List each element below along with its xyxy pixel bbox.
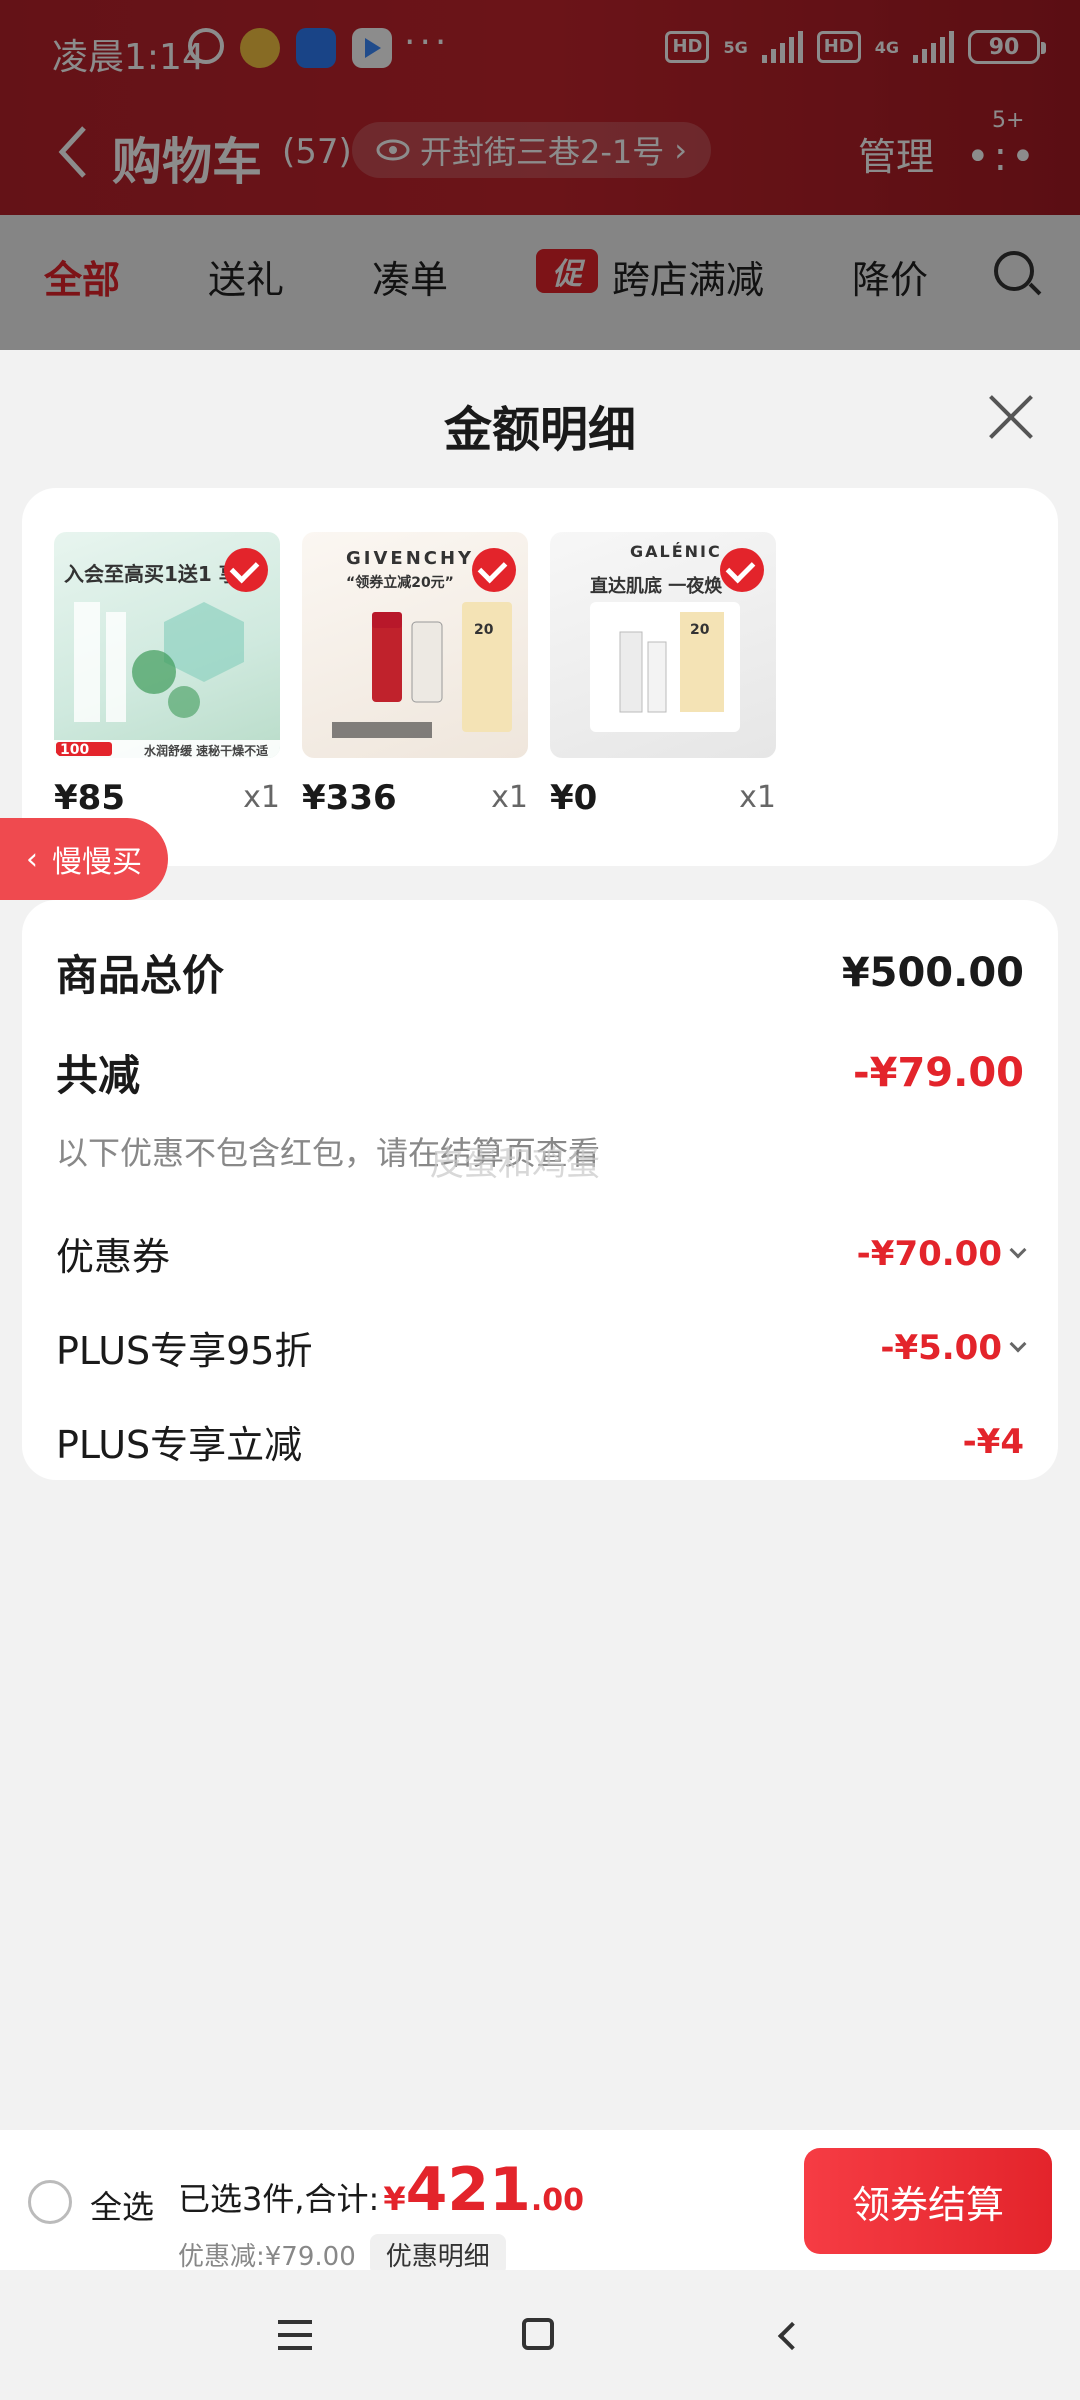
plus95-value: -¥5.00 xyxy=(880,1327,1002,1368)
chevron-down-icon[interactable] xyxy=(1009,1335,1027,1352)
product-badge: 20 xyxy=(474,622,494,638)
product-item[interactable]: GALÉNIC 直达肌底 一夜焕 20 ¥0 x1 xyxy=(550,532,776,818)
selected-products-card: 入会至高买1送1 享 100 水润舒缓 速秘干燥不适 ¥85 x1 GIVENC… xyxy=(22,488,1058,866)
product-quantity: x1 xyxy=(491,780,528,815)
modal-overlay[interactable] xyxy=(0,0,1080,350)
plus95-value-wrap: -¥5.00 xyxy=(880,1327,1027,1368)
chevron-left-icon: ‹ xyxy=(26,841,38,877)
slow-buy-label: 慢慢买 xyxy=(52,845,142,880)
checkbox-checked-icon[interactable] xyxy=(720,548,764,592)
back-icon[interactable] xyxy=(777,2321,807,2351)
product-item[interactable]: GIVENCHY “领券立减20元” 20 ¥336 x1 xyxy=(302,532,528,818)
select-all-label[interactable]: 全选 xyxy=(90,2182,154,2228)
product-quantity: x1 xyxy=(739,780,776,815)
select-all-radio[interactable] xyxy=(28,2180,72,2224)
product-badge: 100 xyxy=(60,742,90,758)
coupon-value-wrap: -¥70.00 xyxy=(856,1233,1027,1274)
close-icon[interactable] xyxy=(986,392,1036,442)
product-image: GIVENCHY “领券立减20元” 20 xyxy=(302,532,528,758)
product-item[interactable]: 入会至高买1送1 享 100 水润舒缓 速秘干燥不适 ¥85 x1 xyxy=(54,532,280,818)
watermark-text: 皮蛋和鸡蛋 xyxy=(430,1144,600,1184)
amount-breakdown-card: 商品总价 ¥500.00 共减 -¥79.00 以下优惠不包含红包，请在结算页查… xyxy=(22,900,1058,1480)
selected-count-text: 已选3件,合计: xyxy=(178,2180,380,2218)
product-price: ¥85 xyxy=(54,778,125,818)
plus-cut-row: PLUS专享立减 -¥4 xyxy=(56,1414,1024,1469)
coupon-value: -¥70.00 xyxy=(856,1233,1002,1274)
product-price: ¥336 xyxy=(302,778,397,818)
plus-cut-label: PLUS专享立减 xyxy=(56,1423,303,1467)
chevron-down-icon[interactable] xyxy=(1009,1241,1027,1258)
checkout-bar: 全选 已选3件,合计: ¥ 421 .00 优惠减:¥79.00 优惠明细 领券… xyxy=(0,2130,1080,2275)
total-amount: 421 xyxy=(405,2155,531,2225)
discount-detail-button[interactable]: 优惠明细 xyxy=(369,2234,506,2275)
amount-detail-sheet: 金额明细 入会至高买1送1 享 100 水润舒缓 速秘干燥不适 ¥85 x1 G… xyxy=(0,350,1080,2130)
sheet-title: 金额明细 xyxy=(443,402,636,458)
reduce-label: 共减 xyxy=(56,1051,141,1100)
checkbox-checked-icon[interactable] xyxy=(224,548,268,592)
plus95-row[interactable]: PLUS专享95折 -¥5.00 xyxy=(56,1320,1027,1375)
coupon-label: 优惠券 xyxy=(56,1235,171,1279)
product-image: GALÉNIC 直达肌底 一夜焕 20 xyxy=(550,532,776,758)
currency-symbol: ¥ xyxy=(383,2180,406,2218)
system-nav-bar xyxy=(0,2270,1080,2400)
product-quantity: x1 xyxy=(243,780,280,815)
reduce-value: -¥79.00 xyxy=(853,1049,1024,1096)
total-price-label: 商品总价 xyxy=(56,951,225,1000)
reduce-row: 共减 -¥79.00 xyxy=(56,1042,1024,1103)
total-price-value: ¥500.00 xyxy=(841,949,1024,996)
home-icon[interactable] xyxy=(522,2318,554,2350)
plus-cut-value: -¥4 xyxy=(962,1421,1024,1462)
discount-text: 优惠减:¥79.00 xyxy=(178,2242,356,2272)
coupon-row[interactable]: 优惠券 -¥70.00 xyxy=(56,1226,1027,1281)
checkbox-checked-icon[interactable] xyxy=(472,548,516,592)
discount-line: 优惠减:¥79.00 优惠明细 xyxy=(178,2234,506,2275)
total-decimal: .00 xyxy=(530,2183,584,2218)
total-summary: 已选3件,合计: ¥ 421 .00 xyxy=(178,2160,584,2220)
product-price: ¥0 xyxy=(550,778,598,818)
slow-buy-button[interactable]: ‹ 慢慢买 xyxy=(0,818,168,900)
product-image-tagline: 水润舒缓 速秘干燥不适 xyxy=(144,744,269,758)
total-price-row: 商品总价 ¥500.00 xyxy=(56,942,1024,1003)
menu-icon[interactable] xyxy=(278,2320,312,2359)
plus95-label: PLUS专享95折 xyxy=(56,1329,313,1373)
product-image: 入会至高买1送1 享 100 水润舒缓 速秘干燥不适 xyxy=(54,532,280,758)
checkout-button[interactable]: 领券结算 xyxy=(804,2148,1052,2254)
product-badge: 20 xyxy=(690,622,710,638)
